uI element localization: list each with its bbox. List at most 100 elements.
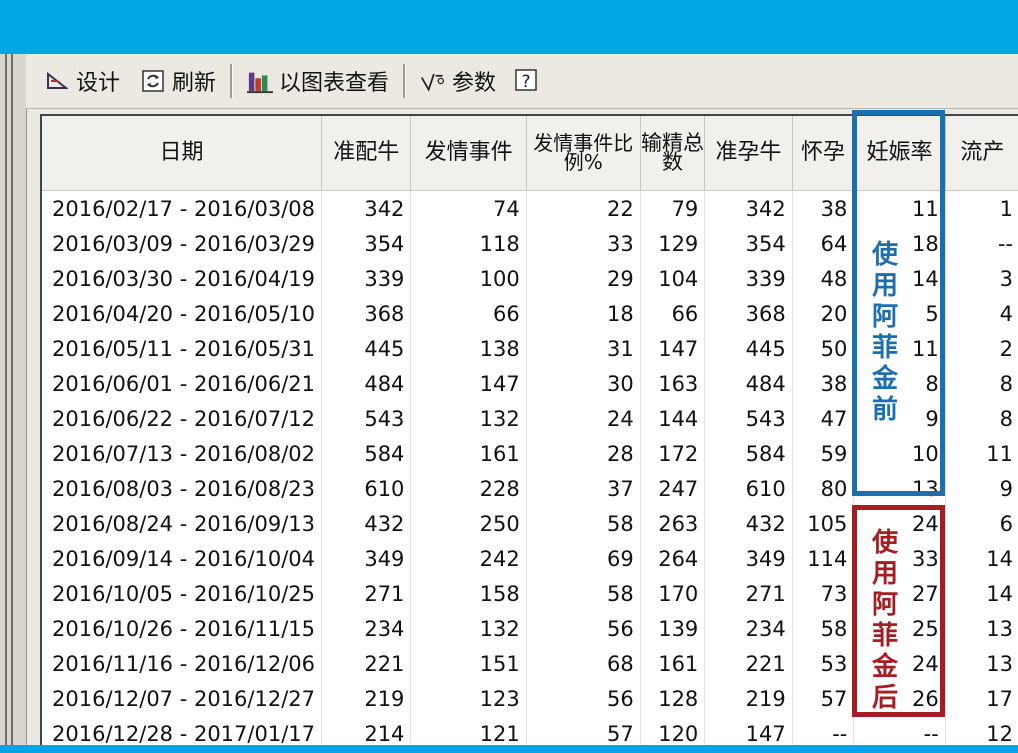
- table-cell: 79: [640, 190, 706, 226]
- column-header[interactable]: 日期: [42, 116, 323, 191]
- table-cell: 8: [945, 401, 1018, 436]
- table-cell: 38: [792, 190, 855, 226]
- date-range-cell: 2016/03/30 - 2016/04/19: [42, 261, 323, 296]
- table-cell: 139: [640, 611, 706, 646]
- table-cell: --: [945, 226, 1018, 261]
- refresh-label: 刷新: [172, 71, 217, 96]
- table-cell: 1: [945, 190, 1018, 226]
- column-header[interactable]: 发情事件: [410, 116, 527, 191]
- table-cell: 18: [526, 296, 641, 331]
- table-cell: 20: [792, 296, 855, 331]
- date-range-cell: 2016/08/03 - 2016/08/23: [42, 471, 323, 506]
- table-cell: 242: [410, 541, 527, 576]
- table-cell: 144: [640, 401, 706, 436]
- table-cell: 584: [704, 436, 793, 471]
- table-cell: --: [853, 716, 946, 745]
- table-cell: 58: [526, 506, 641, 541]
- table-cell: 66: [640, 296, 706, 331]
- design-button[interactable]: 设计: [38, 63, 126, 99]
- table-cell: 121: [410, 716, 527, 745]
- table-cell: 74: [410, 190, 527, 226]
- table-cell: 100: [410, 261, 527, 296]
- table-cell: 59: [792, 436, 855, 471]
- table-cell: 56: [526, 681, 641, 716]
- column-header[interactable]: 发情事件比例%: [526, 116, 641, 191]
- table-cell: 13: [853, 471, 946, 506]
- table-cell: 114: [792, 541, 855, 576]
- table-cell: 29: [526, 261, 641, 296]
- column-header[interactable]: 妊娠率: [853, 116, 946, 191]
- table-cell: 354: [321, 226, 412, 261]
- date-range-cell: 2016/05/11 - 2016/05/31: [42, 331, 323, 366]
- date-range-cell: 2016/04/20 - 2016/05/10: [42, 296, 323, 331]
- table-cell: 172: [640, 436, 706, 471]
- table-cell: 432: [704, 506, 793, 541]
- table-cell: 12: [945, 716, 1018, 745]
- table-cell: 22: [526, 190, 641, 226]
- table-cell: 147: [640, 331, 706, 366]
- table-cell: 3: [945, 261, 1018, 296]
- column-header[interactable]: 准孕牛: [704, 116, 793, 191]
- date-range-cell: 2016/03/09 - 2016/03/29: [42, 226, 323, 261]
- table-cell: 147: [704, 716, 793, 745]
- date-range-cell: 2016/07/13 - 2016/08/02: [42, 436, 323, 471]
- table-cell: 484: [704, 366, 793, 401]
- table-cell: 432: [321, 506, 412, 541]
- params-button[interactable]: 参数: [414, 63, 502, 99]
- table-cell: 219: [321, 681, 412, 716]
- table-cell: 10: [853, 436, 946, 471]
- date-range-cell: 2016/09/14 - 2016/10/04: [42, 541, 323, 576]
- table-cell: 610: [321, 471, 412, 506]
- design-label: 设计: [76, 71, 121, 96]
- column-header[interactable]: 准配牛: [321, 116, 412, 191]
- toolbar: 设计 刷新 以图表查看 参数 ?: [26, 54, 1018, 109]
- table-cell: 6: [945, 506, 1018, 541]
- table-cell: 37: [526, 471, 641, 506]
- date-range-cell: 2016/06/01 - 2016/06/21: [42, 366, 323, 401]
- table-cell: 349: [704, 541, 793, 576]
- table-cell: 57: [792, 681, 855, 716]
- table-cell: 342: [704, 190, 793, 226]
- table-cell: 228: [410, 471, 527, 506]
- table-cell: 264: [640, 541, 706, 576]
- table-cell: 66: [410, 296, 527, 331]
- date-range-cell: 2016/06/22 - 2016/07/12: [42, 401, 323, 436]
- table-cell: 17: [945, 681, 1018, 716]
- table-cell: 120: [640, 716, 706, 745]
- column-header[interactable]: 怀孕: [792, 116, 855, 191]
- table-cell: 151: [410, 646, 527, 681]
- chart-view-button[interactable]: 以图表查看: [241, 63, 395, 99]
- table-cell: 221: [704, 646, 793, 681]
- table-cell: 69: [526, 541, 641, 576]
- table-cell: 13: [945, 611, 1018, 646]
- table-row[interactable]: 2016/12/28 - 2017/01/17 214 121 57 120 147 -- -…: [42, 716, 1018, 745]
- date-range-cell: 2016/12/28 - 2017/01/17: [42, 716, 323, 745]
- table-cell: 163: [640, 366, 706, 401]
- before-annotation: 使用阿菲金前: [871, 240, 898, 425]
- table-cell: 14: [945, 576, 1018, 611]
- help-button[interactable]: ?: [508, 63, 552, 99]
- table-row[interactable]: 2016/07/13 - 2016/08/02 584 161 28 172 584 59 1…: [42, 436, 1018, 471]
- table-cell: 123: [410, 681, 527, 716]
- table-cell: 214: [321, 716, 412, 745]
- column-header[interactable]: 输精总数: [640, 116, 706, 191]
- table-cell: 354: [704, 226, 793, 261]
- left-frame-border: [0, 54, 27, 745]
- table-cell: 2: [945, 331, 1018, 366]
- table-cell: 339: [704, 261, 793, 296]
- table-cell: 105: [792, 506, 855, 541]
- column-header[interactable]: 流产: [945, 116, 1018, 191]
- table-cell: 57: [526, 716, 641, 745]
- table-cell: 56: [526, 611, 641, 646]
- svg-text:?: ?: [522, 72, 531, 92]
- table-row[interactable]: 2016/08/03 - 2016/08/23 610 228 37 247 610 80 1…: [42, 471, 1018, 506]
- refresh-icon: [140, 68, 166, 94]
- params-label: 参数: [452, 71, 497, 96]
- table-cell: 263: [640, 506, 706, 541]
- table-cell: 8: [945, 366, 1018, 401]
- table-cell: 132: [410, 401, 527, 436]
- table-cell: 138: [410, 331, 527, 366]
- refresh-button[interactable]: 刷新: [134, 63, 222, 99]
- table-cell: 58: [792, 611, 855, 646]
- table-row[interactable]: 2016/02/17 - 2016/03/08 342 74 22 79 342 38 11 1: [42, 190, 1018, 226]
